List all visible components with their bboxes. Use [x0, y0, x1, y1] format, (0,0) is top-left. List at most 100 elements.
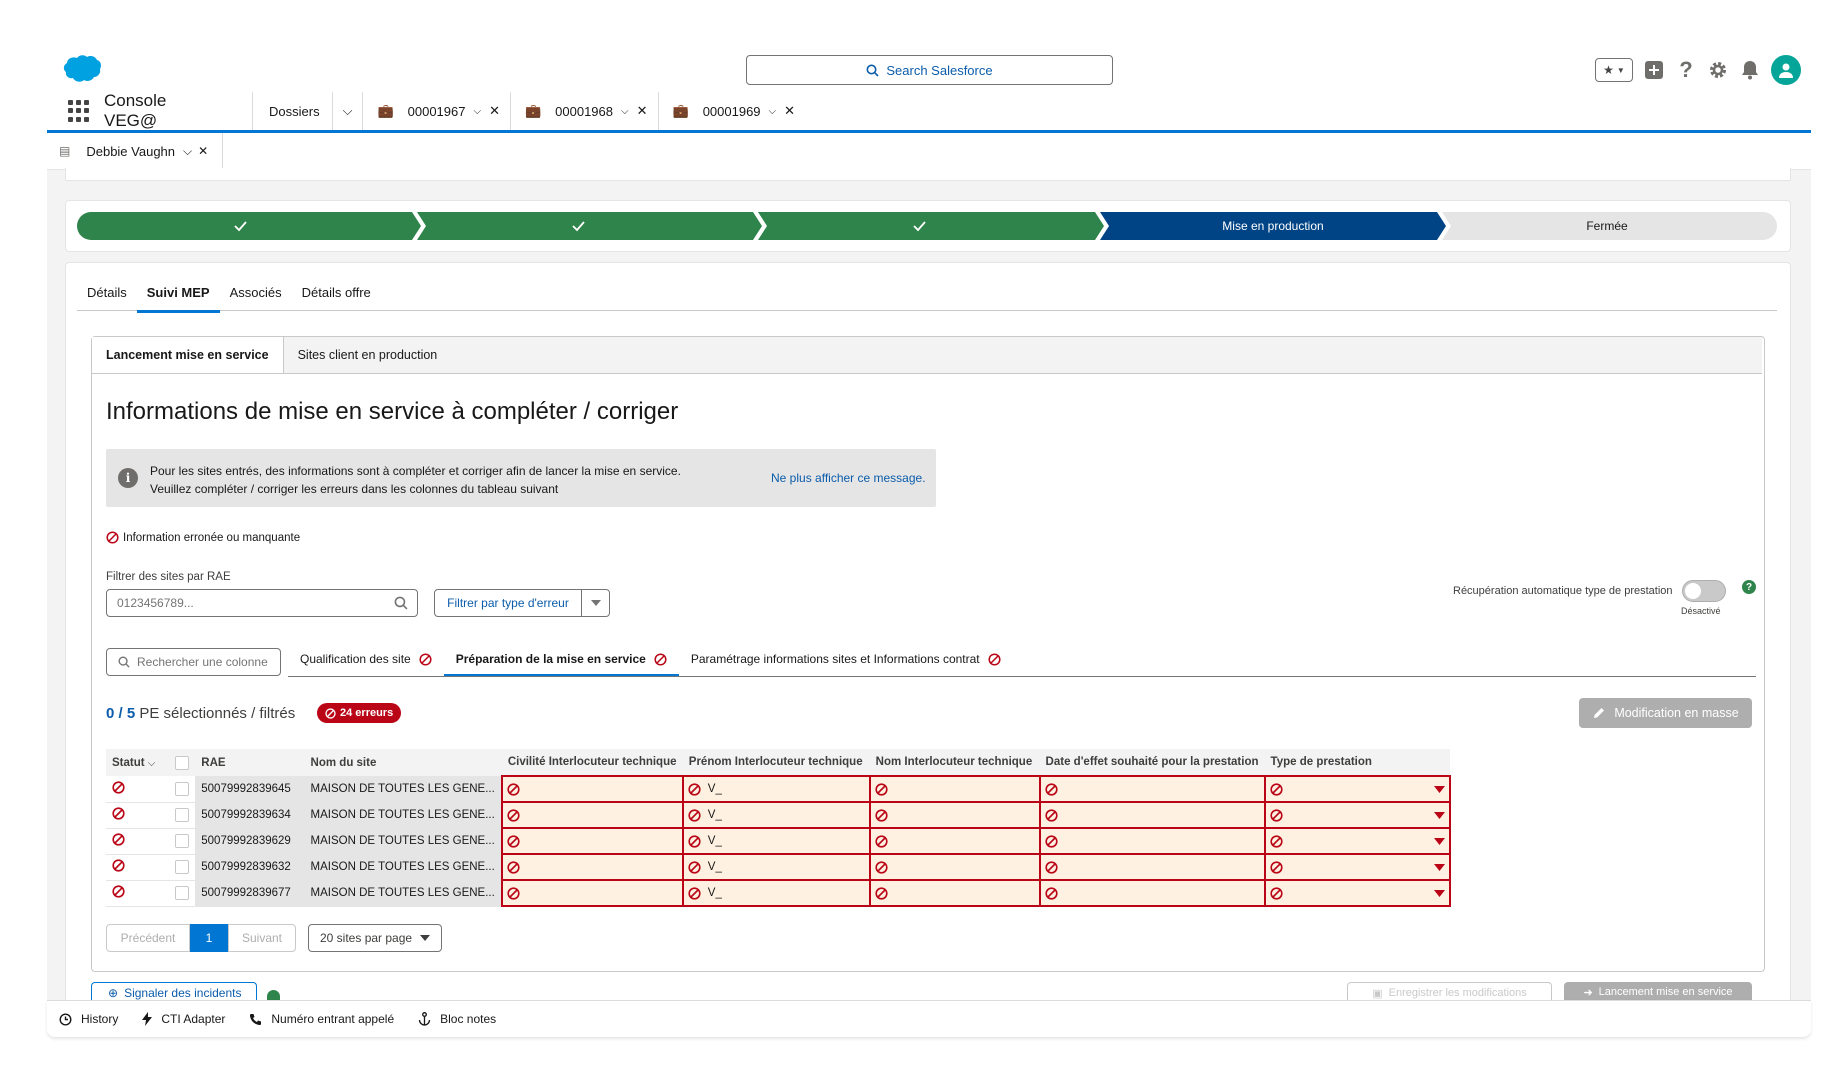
cell-type-prestation[interactable]: [1263, 775, 1452, 803]
table-row[interactable]: 50079992839634 MAISON DE TOUTES LES GENE.…: [106, 801, 1452, 829]
favorites-button[interactable]: ★ ▼: [1595, 58, 1633, 82]
utility-notes[interactable]: Bloc notes: [418, 1012, 496, 1026]
path-step-3[interactable]: [758, 212, 1104, 240]
tab-qualification[interactable]: Qualification des site: [288, 644, 444, 674]
tab-associes[interactable]: Associés: [220, 280, 292, 310]
cell-type-prestation[interactable]: [1263, 827, 1452, 855]
tab-preparation[interactable]: Préparation de la mise en service: [443, 644, 679, 676]
rae-filter-input[interactable]: 0123456789...: [106, 589, 418, 617]
global-create-button[interactable]: [1643, 59, 1665, 81]
chevron-down-icon[interactable]: ⌵: [148, 758, 156, 769]
cell-date-effet[interactable]: [1038, 775, 1266, 803]
caret-down-icon[interactable]: [1434, 863, 1445, 871]
cell-civilite[interactable]: [500, 853, 684, 881]
caret-down-icon[interactable]: [1434, 811, 1445, 819]
cell-nom[interactable]: [868, 827, 1041, 855]
path-step-2[interactable]: [417, 212, 762, 240]
dismiss-message-link[interactable]: Ne plus afficher ce message.: [771, 471, 926, 485]
row-checkbox[interactable]: [169, 776, 196, 803]
cell-nom[interactable]: [868, 879, 1041, 907]
row-checkbox[interactable]: [169, 828, 196, 855]
utility-incoming-number[interactable]: Numéro entrant appelé: [249, 1012, 394, 1026]
object-tab-dossiers[interactable]: Dossiers: [252, 92, 332, 130]
row-checkbox[interactable]: [169, 854, 196, 881]
cell-civilite[interactable]: [500, 775, 684, 803]
close-icon[interactable]: ✕: [637, 103, 648, 119]
caret-down-icon[interactable]: [1434, 837, 1445, 845]
path-step-1[interactable]: [77, 212, 421, 240]
column-header-civilite[interactable]: Civilité Interlocuteur technique: [501, 749, 683, 776]
close-icon[interactable]: ✕: [784, 103, 795, 119]
user-avatar[interactable]: [1771, 55, 1801, 85]
cell-date-effet[interactable]: [1038, 879, 1266, 907]
cell-date-effet[interactable]: [1038, 853, 1266, 881]
previous-page-button[interactable]: Précédent: [106, 924, 190, 952]
tab-parametrage[interactable]: Paramétrage informations sites et Inform…: [679, 644, 1013, 674]
chevron-down-icon[interactable]: ⌵: [621, 106, 629, 117]
cell-date-effet[interactable]: [1038, 827, 1266, 855]
workspace-tab-2[interactable]: 💼 00001968 ⌵ ✕: [509, 92, 658, 130]
column-header-type-prestation[interactable]: Type de prestation: [1264, 749, 1450, 776]
column-header-rae[interactable]: RAE: [195, 749, 305, 776]
column-header-prenom[interactable]: Prénom Interlocuteur technique: [682, 749, 870, 776]
chevron-down-icon[interactable]: ⌵: [769, 106, 777, 117]
object-menu-button[interactable]: ⌵: [331, 92, 363, 130]
tab-suivi-mep[interactable]: Suivi MEP: [136, 280, 220, 313]
notifications-button[interactable]: [1739, 59, 1761, 81]
cell-nom[interactable]: [868, 775, 1041, 803]
salesforce-logo[interactable]: [60, 54, 102, 84]
column-header-statut[interactable]: Statut ⌵: [106, 749, 170, 776]
chevron-down-icon[interactable]: ⌵: [183, 144, 192, 159]
next-page-button[interactable]: Suivant: [228, 924, 296, 952]
help-icon[interactable]: ?: [1742, 580, 1756, 594]
workspace-tab-1[interactable]: 💼 00001967 ⌵ ✕: [362, 92, 510, 130]
auto-type-toggle[interactable]: [1682, 580, 1726, 602]
utility-history[interactable]: History: [59, 1012, 118, 1026]
tab-lancement[interactable]: Lancement mise en service: [92, 337, 284, 373]
column-search-input[interactable]: Rechercher une colonne: [106, 648, 281, 676]
cell-civilite[interactable]: [500, 827, 684, 855]
tab-details-offre[interactable]: Détails offre: [292, 280, 381, 310]
close-icon[interactable]: ✕: [198, 144, 208, 158]
mass-edit-button[interactable]: Modification en masse: [1579, 698, 1752, 728]
column-header-nom[interactable]: Nom Interlocuteur technique: [869, 749, 1040, 776]
column-header-nom-site[interactable]: Nom du site: [304, 749, 502, 776]
cell-prenom[interactable]: V_: [681, 801, 871, 829]
chevron-down-icon[interactable]: ⌵: [473, 106, 481, 117]
table-row[interactable]: 50079992839629 MAISON DE TOUTES LES GENE.…: [106, 827, 1452, 855]
caret-down-icon[interactable]: [1434, 889, 1445, 897]
cell-type-prestation[interactable]: [1263, 853, 1452, 881]
cell-nom[interactable]: [868, 853, 1041, 881]
cell-prenom[interactable]: V_: [681, 827, 871, 855]
cell-date-effet[interactable]: [1038, 801, 1266, 829]
workspace-tab-3[interactable]: 💼 00001969 ⌵ ✕: [657, 92, 806, 130]
utility-cti[interactable]: CTI Adapter: [142, 1012, 225, 1026]
tab-details[interactable]: Détails: [77, 280, 137, 310]
table-row[interactable]: 50079992839632 MAISON DE TOUTES LES GENE.…: [106, 853, 1452, 881]
launch-mes-button[interactable]: ➜ Lancement mise en service: [1564, 982, 1752, 1002]
global-search[interactable]: Search Salesforce: [746, 55, 1113, 85]
help-button[interactable]: ?: [1675, 57, 1697, 82]
table-row[interactable]: 50079992839645 MAISON DE TOUTES LES GENE.…: [106, 775, 1452, 803]
caret-down-icon[interactable]: [582, 590, 609, 616]
cell-type-prestation[interactable]: [1263, 879, 1452, 907]
select-all-checkbox[interactable]: [169, 749, 196, 776]
close-icon[interactable]: ✕: [489, 103, 500, 119]
row-checkbox[interactable]: [169, 880, 196, 907]
tab-sites-production[interactable]: Sites client en production: [284, 337, 452, 373]
error-type-filter[interactable]: Filtrer par type d'erreur: [434, 589, 610, 617]
cell-civilite[interactable]: [500, 801, 684, 829]
column-header-date-effet[interactable]: Date d'effet souhaité pour la prestation: [1039, 749, 1265, 776]
cell-nom[interactable]: [868, 801, 1041, 829]
table-row[interactable]: 50079992839677 MAISON DE TOUTES LES GENE.…: [106, 879, 1452, 907]
setup-button[interactable]: [1707, 59, 1729, 81]
subtab-contact[interactable]: ▤ Debbie Vaughn ⌵ ✕: [47, 133, 223, 169]
caret-down-icon[interactable]: [1434, 785, 1445, 793]
app-launcher-icon[interactable]: [68, 100, 90, 122]
page-1-button[interactable]: 1: [190, 924, 228, 952]
cell-civilite[interactable]: [500, 879, 684, 907]
cell-type-prestation[interactable]: [1263, 801, 1452, 829]
report-incidents-button[interactable]: ⊕ Signaler des incidents: [91, 982, 257, 1002]
cell-prenom[interactable]: V_: [681, 879, 871, 907]
cell-prenom[interactable]: V_: [681, 775, 871, 803]
